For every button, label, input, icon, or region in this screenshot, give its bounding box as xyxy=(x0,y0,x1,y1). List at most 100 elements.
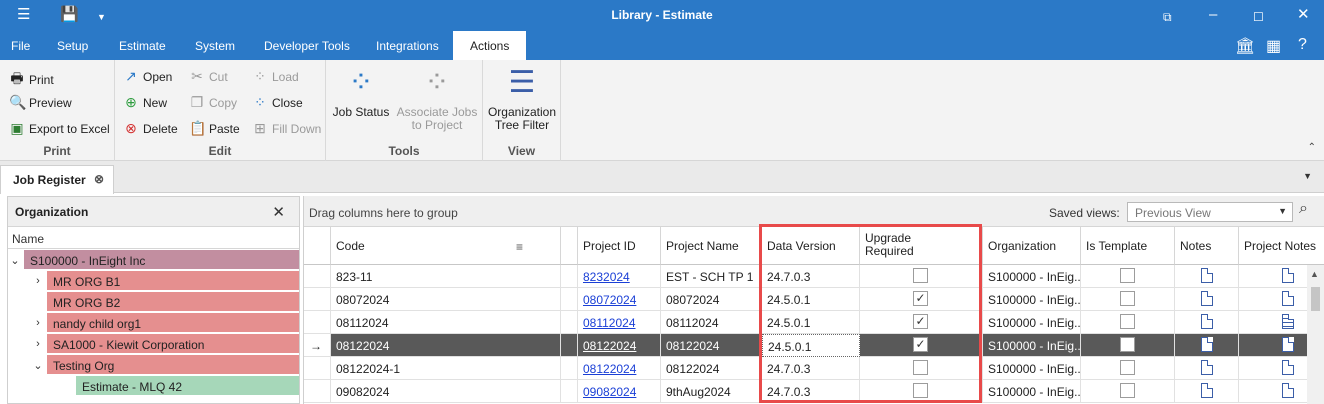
project-notes-document-icon[interactable] xyxy=(1282,314,1294,329)
table-cell[interactable]: 09082024 xyxy=(331,380,561,403)
paste-button[interactable]: 📋 Paste xyxy=(189,120,240,137)
scroll-up-icon[interactable]: ▲ xyxy=(1310,269,1319,279)
upgrade-required-checkbox[interactable]: ✓ xyxy=(913,291,928,306)
project-notes-document-icon[interactable] xyxy=(1282,268,1294,283)
print-button[interactable]: 🖶 Print xyxy=(9,68,53,92)
project-notes-document-icon[interactable] xyxy=(1282,360,1294,375)
preview-button[interactable]: 🔍 Preview xyxy=(9,94,72,111)
table-cell[interactable] xyxy=(1081,357,1175,380)
column-header[interactable]: Data Version xyxy=(762,227,860,265)
table-cell[interactable]: ✓ xyxy=(860,288,983,311)
column-header[interactable]: Upgrade Required xyxy=(860,227,983,265)
sort-icon[interactable]: ≡ xyxy=(516,240,523,254)
table-cell[interactable] xyxy=(561,380,578,403)
menu-setup[interactable]: Setup xyxy=(57,39,88,53)
table-cell[interactable]: 24.5.0.1 xyxy=(762,311,860,334)
column-header[interactable]: Project Name xyxy=(661,227,762,265)
project-id-link[interactable]: 08112024 xyxy=(583,316,636,330)
table-cell[interactable] xyxy=(1175,288,1239,311)
table-cell[interactable]: S100000 - InEig... xyxy=(983,265,1081,288)
table-cell[interactable] xyxy=(561,265,578,288)
menu-integrations[interactable]: Integrations xyxy=(376,39,439,53)
name-column-header[interactable]: Name xyxy=(8,227,299,249)
project-notes-document-icon[interactable] xyxy=(1282,383,1294,398)
table-cell[interactable]: S100000 - InEig... xyxy=(983,334,1081,357)
table-cell[interactable]: 08122024 xyxy=(661,334,762,357)
table-cell[interactable]: S100000 - InEig... xyxy=(983,357,1081,380)
table-cell[interactable] xyxy=(561,311,578,334)
table-cell[interactable]: 08072024 xyxy=(661,288,762,311)
column-header[interactable]: Notes xyxy=(1175,227,1239,265)
vertical-scrollbar[interactable]: ▲ xyxy=(1307,265,1324,404)
close-button[interactable]: ⁘ Close xyxy=(252,94,303,111)
load-button[interactable]: ⁘ Load xyxy=(252,68,299,85)
tree-node[interactable]: MR ORG B2 xyxy=(47,292,299,312)
table-cell[interactable] xyxy=(561,288,578,311)
upgrade-required-checkbox[interactable]: ✓ xyxy=(913,314,928,329)
minimize-button[interactable]: – xyxy=(1209,6,1217,24)
project-notes-document-icon[interactable] xyxy=(1282,337,1294,352)
table-cell[interactable] xyxy=(1175,265,1239,288)
tree-node[interactable]: SA1000 - Kiewit Corporation xyxy=(47,334,299,354)
project-id-link[interactable]: 08122024 xyxy=(583,339,636,353)
table-cell[interactable] xyxy=(561,357,578,380)
fill-down-button[interactable]: ⊞ Fill Down xyxy=(252,120,321,137)
table-cell[interactable]: 8232024 xyxy=(578,265,661,288)
table-cell[interactable] xyxy=(1081,334,1175,357)
table-cell[interactable]: 823-11 xyxy=(331,265,561,288)
notes-document-icon[interactable] xyxy=(1201,383,1213,398)
menu-actions[interactable]: Actions xyxy=(453,31,527,60)
close-panel-icon[interactable]: ✕ xyxy=(272,203,285,221)
column-header[interactable]: Project Notes xyxy=(1239,227,1324,265)
is-template-checkbox[interactable] xyxy=(1120,314,1135,329)
saved-views-select[interactable]: Previous View ▼ xyxy=(1127,202,1293,222)
bank-icon[interactable]: 🏛 xyxy=(1235,36,1255,56)
is-template-checkbox[interactable] xyxy=(1120,268,1135,283)
column-spacer[interactable] xyxy=(561,227,578,265)
table-cell[interactable]: 08112024 xyxy=(331,311,561,334)
notes-document-icon[interactable] xyxy=(1201,337,1213,352)
table-cell[interactable]: 08122024 xyxy=(331,334,561,357)
table-cell[interactable]: S100000 - InEig... xyxy=(983,311,1081,334)
organization-tree-filter-button[interactable]: ☰ Organization Tree Filter xyxy=(485,64,559,132)
table-cell[interactable]: 9thAug2024 xyxy=(661,380,762,403)
close-tab-icon[interactable]: ⊗ xyxy=(94,172,104,186)
table-cell[interactable]: 08112024 xyxy=(578,311,661,334)
tab-job-register[interactable]: Job Register ⊗ xyxy=(0,165,114,194)
is-template-checkbox[interactable] xyxy=(1120,360,1135,375)
row-indicator[interactable] xyxy=(304,265,331,288)
chevron-right-icon[interactable]: › xyxy=(32,338,44,350)
table-cell[interactable]: 24.7.0.3 xyxy=(762,380,860,403)
is-template-checkbox[interactable] xyxy=(1120,383,1135,398)
tab-list-dropdown-icon[interactable]: ▼ xyxy=(1303,171,1312,181)
job-status-button[interactable]: ⁘ Job Status xyxy=(331,64,391,119)
row-indicator[interactable] xyxy=(304,288,331,311)
row-indicator[interactable]: → xyxy=(304,334,331,357)
chevron-right-icon[interactable]: › xyxy=(32,275,44,287)
tree-node[interactable]: nandy child org1 xyxy=(47,313,299,333)
table-cell[interactable]: ✓ xyxy=(860,311,983,334)
cut-button[interactable]: ✂ Cut xyxy=(189,68,228,85)
delete-button[interactable]: ⊗ Delete xyxy=(123,120,178,137)
table-cell[interactable] xyxy=(1175,334,1239,357)
tree-node[interactable]: S100000 - InEight Inc xyxy=(24,250,299,270)
table-cell[interactable]: 08122024 xyxy=(578,357,661,380)
tree-node[interactable]: Testing Org xyxy=(47,355,299,375)
menu-file[interactable]: File xyxy=(11,39,30,53)
table-cell[interactable] xyxy=(1081,380,1175,403)
table-cell[interactable]: 24.7.0.3 xyxy=(762,265,860,288)
tree-node[interactable]: Estimate - MLQ 42 xyxy=(76,376,299,396)
table-cell[interactable]: 09082024 xyxy=(578,380,661,403)
table-cell[interactable] xyxy=(1081,311,1175,334)
row-indicator[interactable] xyxy=(304,311,331,334)
upgrade-required-checkbox[interactable] xyxy=(913,360,928,375)
table-cell[interactable] xyxy=(1081,265,1175,288)
table-cell[interactable]: 08072024 xyxy=(331,288,561,311)
close-window-button[interactable]: ✕ xyxy=(1297,6,1310,24)
menu-system[interactable]: System xyxy=(195,39,235,53)
upgrade-required-checkbox[interactable] xyxy=(913,383,928,398)
project-id-link[interactable]: 08072024 xyxy=(583,293,636,307)
copy-button[interactable]: ❐ Copy xyxy=(189,94,237,111)
table-cell[interactable]: 08122024 xyxy=(661,357,762,380)
notes-document-icon[interactable] xyxy=(1201,314,1213,329)
